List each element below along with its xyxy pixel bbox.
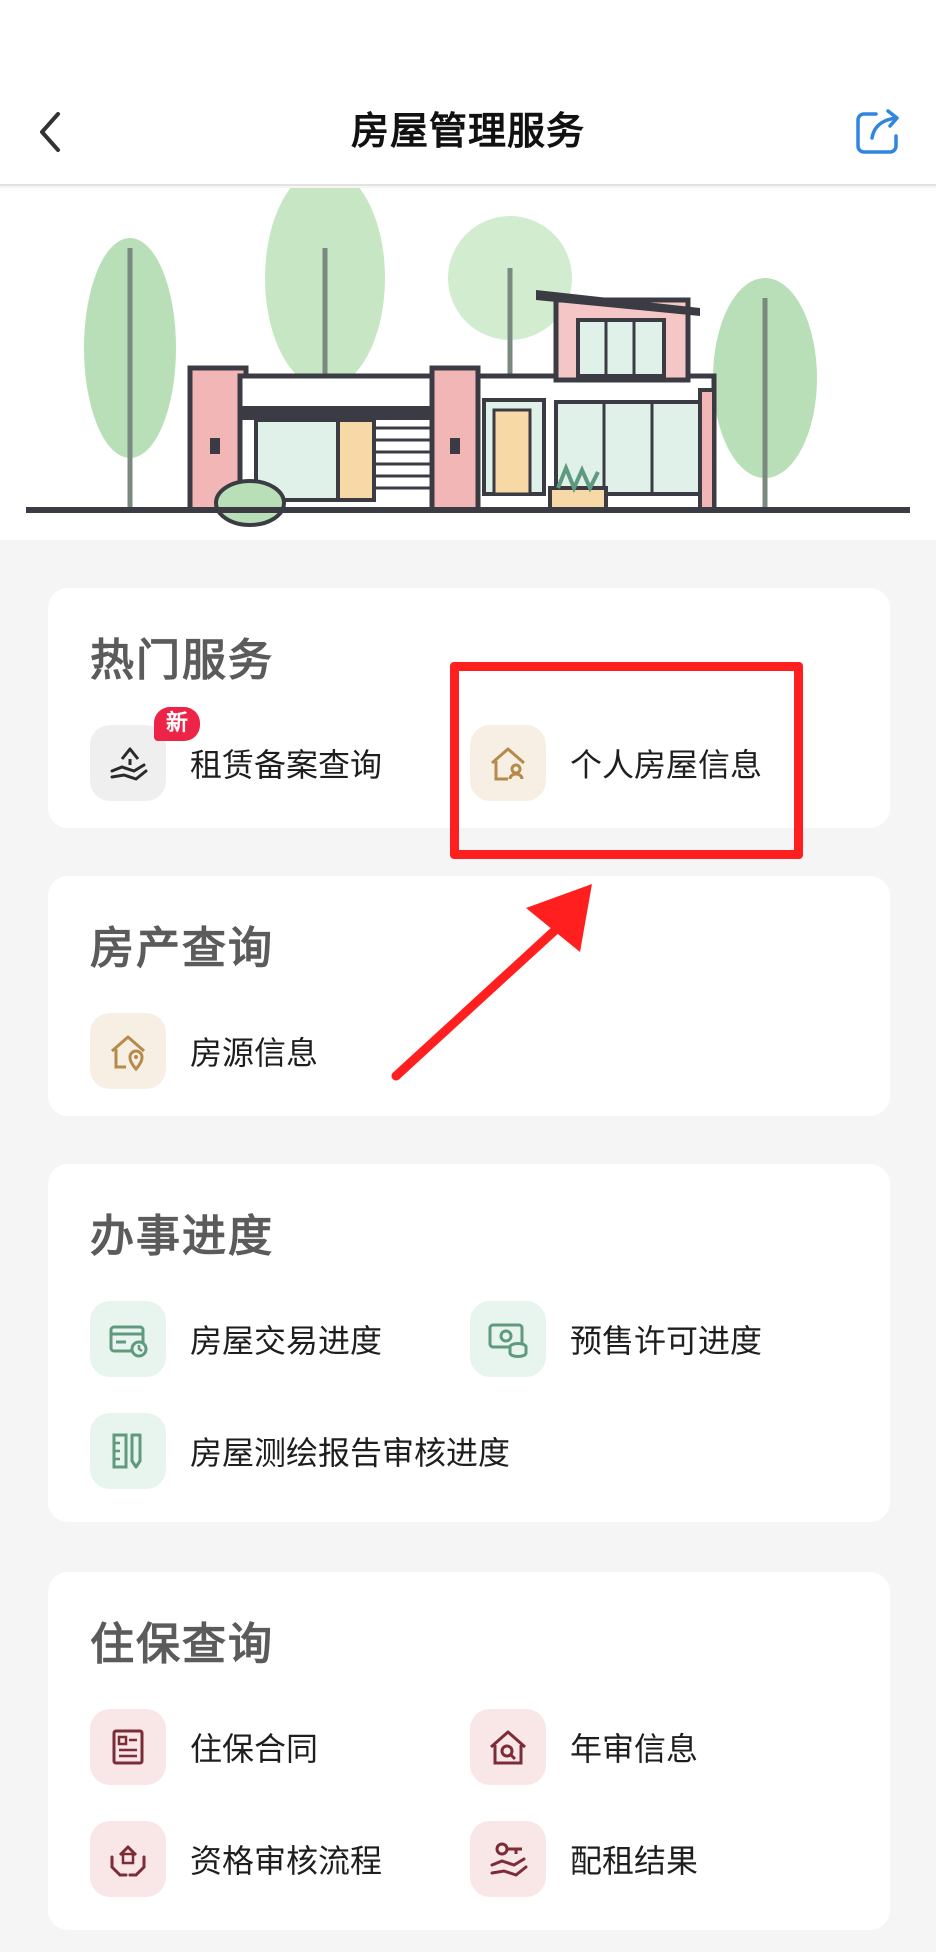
item-label: 租赁备案查询 (190, 746, 383, 784)
item-label: 住保合同 (190, 1730, 319, 1768)
item-label: 房屋交易进度 (190, 1322, 383, 1360)
share-icon (856, 109, 899, 154)
hand-house-icon: 新 (90, 707, 201, 801)
survey-report-review-progress-item[interactable]: 房屋测绘报告审核进度 (90, 1412, 510, 1490)
item-label: 资格审核流程 (190, 1842, 383, 1880)
page-title: 房屋管理服务 (350, 109, 585, 153)
money-coins-icon (470, 1301, 546, 1377)
annotation-arrow-icon (391, 884, 592, 1081)
housing-contract-item[interactable]: 住保合同 (90, 1708, 318, 1786)
item-label: 房源信息 (190, 1034, 319, 1072)
progress-title: 办事进度 (90, 1211, 274, 1262)
presale-permit-progress-item[interactable]: 预售许可进度 (470, 1300, 762, 1378)
house-location-icon (90, 1013, 166, 1089)
item-label: 预售许可进度 (570, 1322, 763, 1360)
share-button[interactable] (854, 106, 904, 156)
new-badge: 新 (154, 707, 201, 741)
property-query-title: 房产查询 (90, 923, 274, 974)
hands-house-icon (90, 1821, 166, 1897)
rental-filing-query-item[interactable]: 新 租赁备案查询 (90, 707, 383, 802)
qualification-review-process-item[interactable]: 资格审核流程 (90, 1820, 382, 1898)
item-label: 年审信息 (570, 1730, 699, 1768)
annotation-highlight-box (450, 662, 803, 859)
app-screen: 房屋管理服务 热门服务 新 租赁备案查询 个人房屋信息 房产查询 房源信息 办事… (0, 0, 936, 1952)
housing-security-card: 住保查询 住保合同 年审信息 资格审核流程 配租结果 (48, 1572, 890, 1930)
annual-review-info-item[interactable]: 年审信息 (470, 1708, 698, 1786)
card-clock-icon (90, 1301, 166, 1377)
item-label: 配租结果 (570, 1842, 699, 1880)
house-search-icon (470, 1709, 546, 1785)
house-illustration (26, 188, 910, 527)
navigation-bar: 房屋管理服务 (0, 0, 936, 186)
banner-illustration (0, 188, 936, 540)
listing-info-item[interactable]: 房源信息 (90, 1012, 318, 1090)
document-icon (90, 1709, 166, 1785)
housing-security-title: 住保查询 (90, 1619, 274, 1670)
item-label: 房屋测绘报告审核进度 (190, 1434, 511, 1472)
hand-key-icon (470, 1821, 546, 1897)
progress-card: 办事进度 房屋交易进度 预售许可进度 房屋测绘报告审核进度 (48, 1164, 890, 1522)
rental-allocation-result-item[interactable]: 配租结果 (470, 1820, 698, 1898)
house-transaction-progress-item[interactable]: 房屋交易进度 (90, 1300, 382, 1378)
hot-services-title: 热门服务 (90, 635, 274, 686)
ruler-pencil-icon (90, 1413, 166, 1489)
